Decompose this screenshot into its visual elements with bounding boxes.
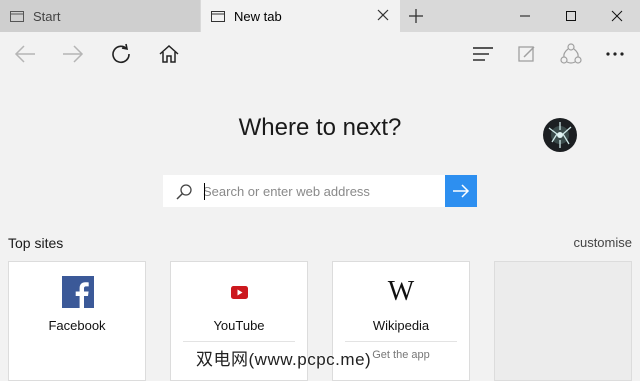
tab-page-icon <box>211 10 225 22</box>
top-sites-title: Top sites <box>8 235 64 251</box>
more-button[interactable] <box>603 42 627 66</box>
arrow-right-icon <box>453 184 470 198</box>
tile-label: Facebook <box>48 318 106 333</box>
minimize-button[interactable] <box>502 0 548 32</box>
refresh-icon <box>112 43 130 64</box>
more-icon <box>606 52 624 56</box>
home-icon <box>159 44 179 63</box>
close-tab-icon[interactable] <box>376 8 390 22</box>
forward-arrow-icon <box>63 45 84 63</box>
tab-label: New tab <box>234 8 282 24</box>
back-button[interactable] <box>13 42 37 66</box>
search-input[interactable] <box>203 175 439 207</box>
customise-link[interactable]: customise <box>573 235 632 250</box>
watermark-text: 双电网(www.pcpc.me) <box>196 350 372 369</box>
tile-label: Wikipedia <box>372 318 430 333</box>
maximize-button[interactable] <box>548 0 594 32</box>
tile-label: YouTube <box>213 318 265 333</box>
text-caret <box>204 183 205 200</box>
new-tab-plus-icon[interactable] <box>408 8 424 24</box>
tab-label: Start <box>33 8 61 24</box>
top-site-tile-empty[interactable] <box>494 261 632 381</box>
search-icon <box>176 184 192 200</box>
back-arrow-icon <box>14 45 35 63</box>
maximize-icon <box>566 11 576 21</box>
forward-button[interactable] <box>61 42 85 66</box>
top-site-tile-facebook[interactable]: Facebook <box>8 261 146 381</box>
share-button[interactable] <box>559 42 583 66</box>
hub-icon <box>473 47 493 61</box>
refresh-button[interactable] <box>109 42 133 66</box>
tab-start[interactable]: Start <box>0 0 200 32</box>
avatar[interactable] <box>543 118 577 152</box>
close-window-button[interactable] <box>594 0 640 32</box>
tile-divider <box>345 341 457 342</box>
home-button[interactable] <box>157 42 181 66</box>
web-note-icon <box>518 46 535 62</box>
tile-divider <box>183 341 295 342</box>
search-go-button[interactable] <box>445 175 477 207</box>
avatar-image-icon <box>543 118 577 152</box>
youtube-icon <box>231 286 248 299</box>
tab-new-tab[interactable]: New tab <box>201 0 400 32</box>
tab-page-icon <box>10 10 24 22</box>
navigation-toolbar <box>0 32 640 76</box>
share-icon <box>560 43 582 64</box>
minimize-icon <box>520 15 530 17</box>
web-note-button[interactable] <box>515 42 539 66</box>
tab-strip: Start New tab <box>0 0 640 32</box>
wikipedia-icon: W <box>387 276 415 307</box>
facebook-icon <box>62 276 94 308</box>
hub-button[interactable] <box>471 42 495 66</box>
close-icon <box>611 10 623 22</box>
search-box <box>163 175 445 207</box>
